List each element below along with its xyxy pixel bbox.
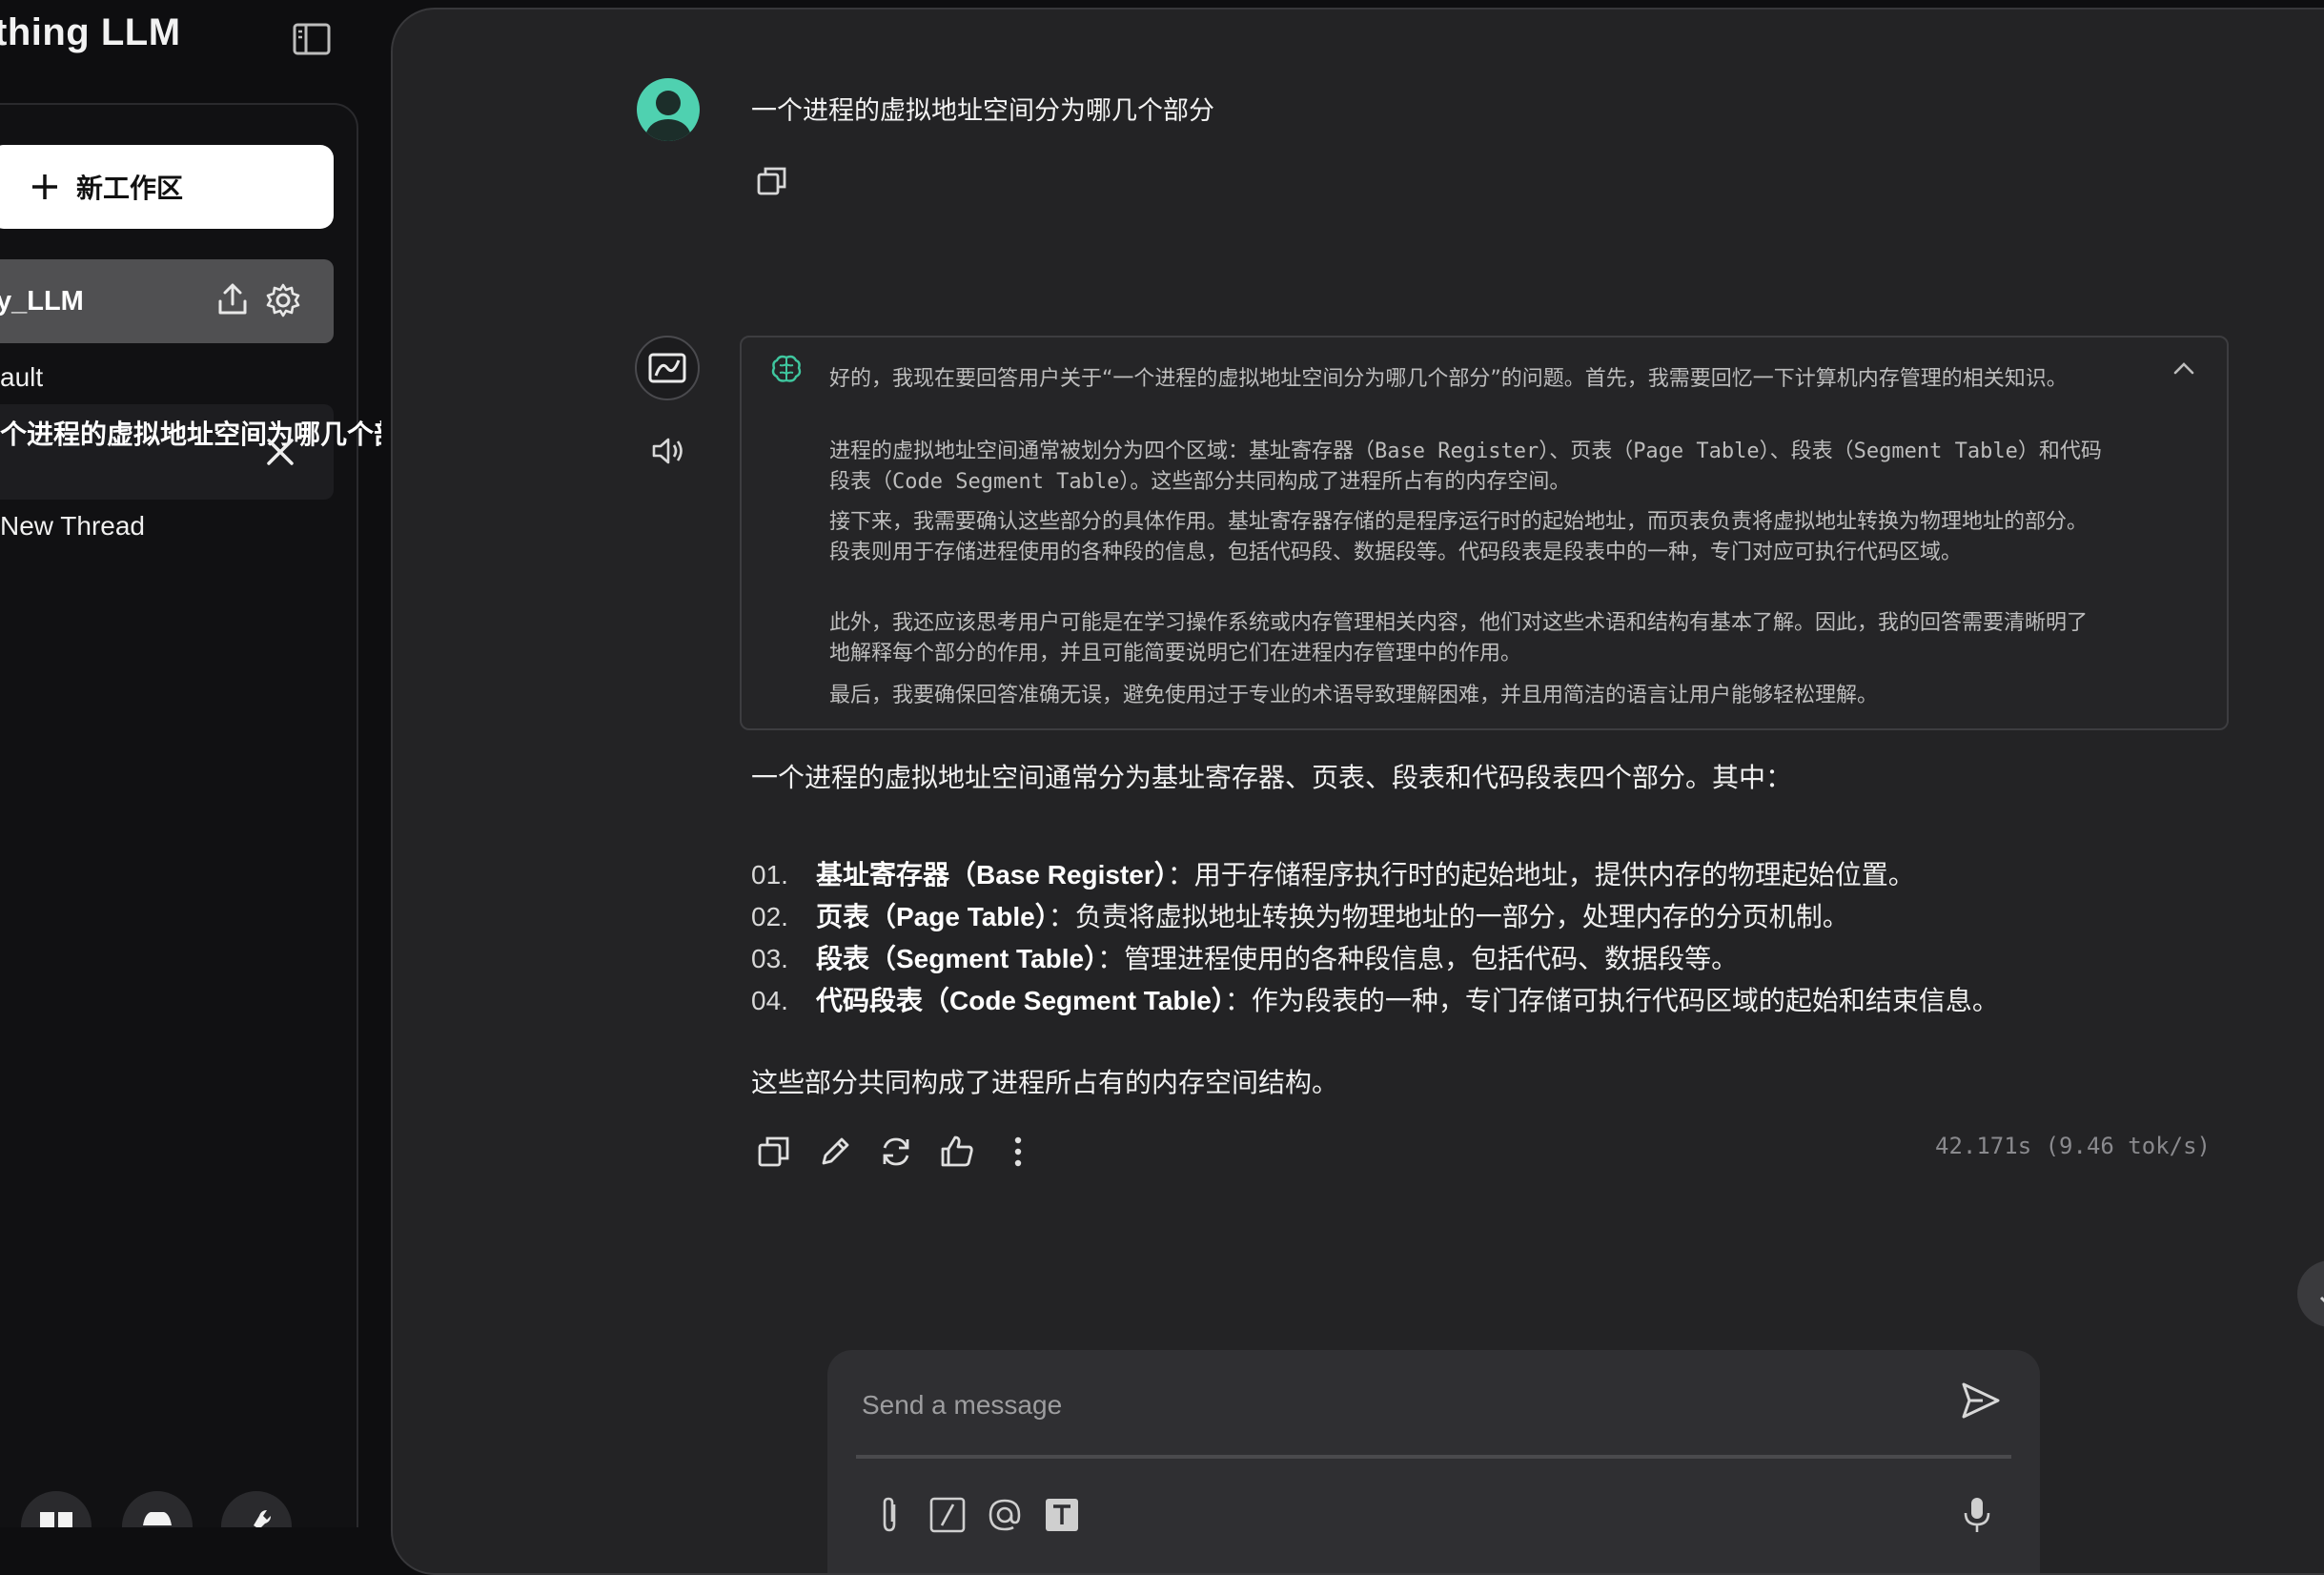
- answer-list-item: 01. 基址寄存器（Base Register）：用于存储程序执行时的起始地址，提…: [751, 854, 1915, 892]
- assistant-avatar: [635, 336, 700, 400]
- chevron-up-icon[interactable]: [2170, 355, 2198, 383]
- close-icon[interactable]: [265, 437, 296, 467]
- scroll-down-icon[interactable]: [2297, 1260, 2324, 1327]
- list-number: 01.: [751, 860, 788, 890]
- brain-icon: [770, 353, 803, 385]
- thread-item-default[interactable]: ault: [0, 362, 43, 393]
- list-term: 段表（Segment Table）: [816, 944, 1098, 973]
- thinking-paragraph: 此外，我还应该思考用户可能是在学习操作系统或内存管理相关内容，他们对这些术语和结…: [829, 611, 2089, 665]
- list-number: 03.: [751, 944, 788, 973]
- message-composer: [827, 1350, 2040, 1573]
- speaker-icon[interactable]: [650, 433, 686, 469]
- answer-list-item: 02. 页表（Page Table）：负责将虚拟地址转换为物理地址的一部分，处理内…: [751, 896, 1849, 934]
- sidebar-toggle-icon[interactable]: [292, 19, 332, 59]
- list-term: 代码段表（Code Segment Table）: [816, 986, 1225, 1015]
- upload-icon[interactable]: [215, 282, 250, 317]
- microphone-icon[interactable]: [1958, 1495, 1996, 1535]
- sidebar: thing LLM 新工作区 y_LLM ault 个进程的虚拟地址空间为哪几个…: [0, 0, 381, 1527]
- generation-metrics: 42.171s (9.46 tok/s): [1935, 1133, 2211, 1159]
- thumbs-up-icon[interactable]: [938, 1133, 976, 1171]
- workspace-name: y_LLM: [0, 285, 84, 317]
- thinking-paragraph: 好的，我现在要回答用户关于“一个进程的虚拟地址空间分为哪几个部分”的问题。首先，…: [829, 367, 2068, 391]
- list-number: 02.: [751, 902, 788, 931]
- wrench-icon[interactable]: [221, 1491, 292, 1527]
- user-message: 一个进程的虚拟地址空间分为哪几个部分: [751, 96, 1214, 125]
- composer-divider: [856, 1455, 2011, 1459]
- workspace-item[interactable]: y_LLM: [0, 259, 334, 343]
- discord-icon[interactable]: [122, 1491, 193, 1527]
- thinking-paragraph: 进程的虚拟地址空间通常被划分为四个区域：基址寄存器（Base Register）…: [829, 440, 2102, 494]
- paperclip-icon[interactable]: [871, 1495, 909, 1535]
- thinking-paragraph: 最后，我要确保回答准确无误，避免使用过于专业的术语导致理解困难，并且用简洁的语言…: [829, 684, 1879, 707]
- new-workspace-label: 新工作区: [76, 174, 184, 203]
- copy-icon[interactable]: [755, 1133, 793, 1171]
- list-description: ：用于存储程序执行时的起始地址，提供内存的物理起始位置。: [1167, 860, 1915, 890]
- regenerate-icon[interactable]: [877, 1133, 915, 1171]
- list-description: ：负责将虚拟地址转换为物理地址的一部分，处理内存的分页机制。: [1048, 902, 1849, 931]
- list-term: 页表（Page Table）: [816, 902, 1049, 931]
- more-options-icon[interactable]: [999, 1133, 1037, 1171]
- new-thread-button[interactable]: New Thread: [0, 511, 145, 542]
- copy-icon[interactable]: [755, 164, 789, 198]
- thinking-panel: 好的，我现在要回答用户关于“一个进程的虚拟地址空间分为哪几个部分”的问题。首先，…: [740, 336, 2229, 730]
- pencil-icon[interactable]: [816, 1133, 854, 1171]
- list-number: 04.: [751, 986, 788, 1015]
- list-description: ：管理进程使用的各种段信息，包括代码、数据段等。: [1097, 944, 1739, 973]
- answer-outro: 这些部分共同构成了进程所占有的内存空间结构。: [751, 1068, 1339, 1097]
- answer-intro: 一个进程的虚拟地址空间通常分为基址寄存器、页表、段表和代码段表四个部分。其中：: [751, 763, 1793, 792]
- plus-icon: [31, 173, 59, 201]
- chat-panel: 一个进程的虚拟地址空间分为哪几个部分 好的，我现在要回答用户关于“一个进程的虚拟…: [391, 8, 2324, 1575]
- new-workspace-button[interactable]: 新工作区: [0, 145, 334, 229]
- thread-title: 个进程的虚拟地址空间为哪几个部分: [0, 419, 381, 449]
- gear-icon[interactable]: [265, 282, 301, 318]
- user-avatar: [637, 78, 700, 141]
- send-icon[interactable]: [1958, 1379, 2002, 1422]
- docs-icon[interactable]: [21, 1491, 92, 1527]
- mention-icon[interactable]: [986, 1495, 1024, 1535]
- message-input[interactable]: [860, 1379, 1912, 1432]
- list-term: 基址寄存器（Base Register）: [816, 860, 1168, 890]
- answer-list-item: 04. 代码段表（Code Segment Table）：作为段表的一种，专门存储…: [751, 980, 1999, 1018]
- thinking-paragraph: 接下来，我需要确认这些部分的具体作用。基址寄存器存储的是程序运行时的起始地址，而…: [829, 510, 2089, 564]
- slash-command-icon[interactable]: [928, 1495, 967, 1535]
- answer-list-item: 03. 段表（Segment Table）：管理进程使用的各种段信息，包括代码、数…: [751, 938, 1738, 976]
- app-brand: thing LLM: [0, 11, 181, 53]
- list-description: ：作为段表的一种，专门存储可执行代码区域的起始和结束信息。: [1224, 986, 1999, 1015]
- text-format-icon[interactable]: [1043, 1495, 1081, 1535]
- thread-item-active[interactable]: 个进程的虚拟地址空间为哪几个部分: [0, 404, 381, 500]
